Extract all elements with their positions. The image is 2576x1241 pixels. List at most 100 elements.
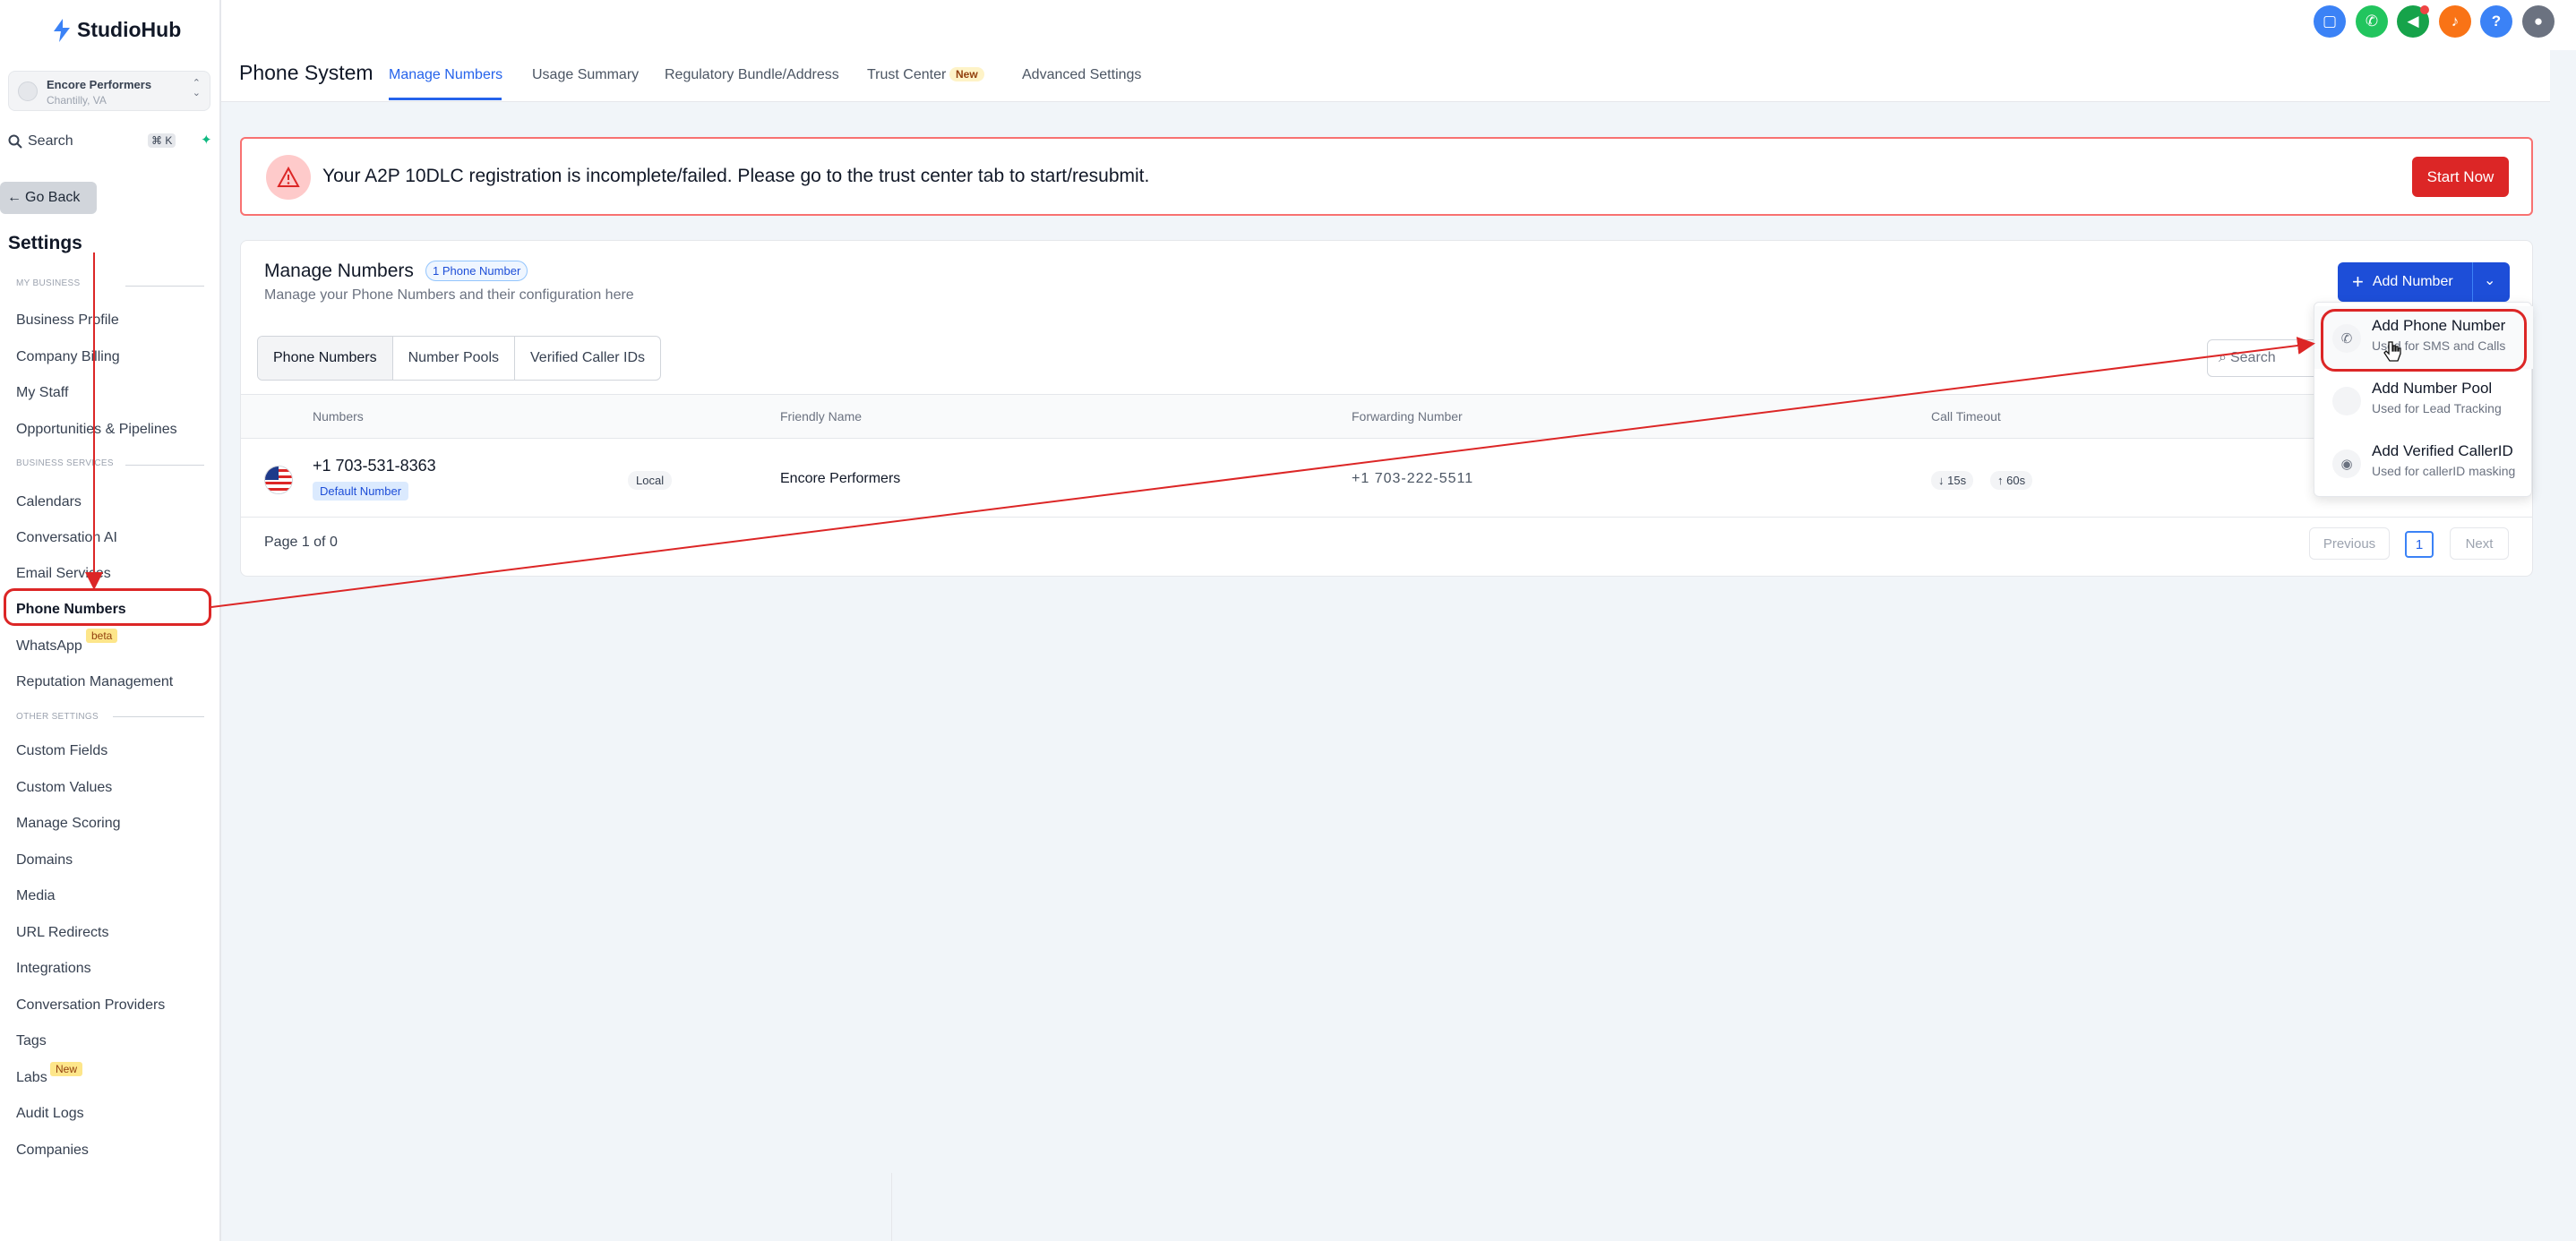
go-back-button[interactable]: ← Go Back: [0, 182, 97, 214]
sidebar-item-custom-values[interactable]: Custom Values: [16, 780, 112, 796]
tab-phone-numbers[interactable]: Phone Numbers: [258, 337, 393, 380]
manage-numbers-subtitle: Manage your Phone Numbers and their conf…: [264, 287, 634, 303]
button-divider: [2472, 262, 2473, 302]
start-now-button[interactable]: Start Now: [2412, 157, 2509, 197]
sidebar-item-integrations[interactable]: Integrations: [16, 961, 91, 977]
menu-item-title: Add Phone Number: [2372, 317, 2506, 334]
eye-icon: ◉: [2332, 449, 2361, 478]
sidebar-item-calendars[interactable]: Calendars: [16, 494, 82, 510]
help-icon[interactable]: ?: [2480, 5, 2512, 38]
menu-item-add-number-pool[interactable]: Add Number Pool Used for Lead Tracking: [2314, 369, 2533, 432]
logo-icon: [54, 18, 70, 42]
section-divider: [125, 286, 204, 287]
next-page-button[interactable]: Next: [2450, 527, 2509, 560]
sidebar-item-companies[interactable]: Companies: [16, 1143, 89, 1159]
account-avatar: [18, 81, 38, 101]
menu-item-subtitle: Used for callerID masking: [2372, 464, 2516, 478]
sidebar-item-reputation[interactable]: Reputation Management: [16, 674, 173, 690]
sidebar-item-custom-fields[interactable]: Custom Fields: [16, 743, 107, 759]
phone-icon[interactable]: ✆: [2356, 5, 2388, 38]
tab-advanced-settings[interactable]: Advanced Settings: [1022, 67, 1141, 83]
tab-trust-center[interactable]: Trust Center: [867, 67, 946, 83]
friendly-name: Encore Performers: [780, 471, 901, 486]
go-back-label: Go Back: [25, 190, 81, 205]
sidebar-item-media[interactable]: Media: [16, 888, 56, 904]
current-page-button[interactable]: 1: [2405, 531, 2434, 558]
sidebar-item-manage-scoring[interactable]: Manage Scoring: [16, 816, 121, 832]
section-divider: [113, 716, 204, 717]
chevron-down-icon[interactable]: ⌄: [2484, 271, 2495, 289]
trust-center-new-badge: New: [949, 67, 984, 81]
forwarding-number: +1 703-222-5511: [1352, 471, 1474, 486]
sidebar-item-whatsapp[interactable]: WhatsApp: [16, 638, 82, 655]
chat-icon[interactable]: ▢: [2314, 5, 2346, 38]
tab-manage-numbers[interactable]: Manage Numbers: [389, 67, 502, 83]
tab-regulatory-bundle[interactable]: Regulatory Bundle/Address: [665, 67, 839, 83]
col-forwarding-number: Forwarding Number: [1352, 409, 1463, 424]
sidebar-item-labs[interactable]: Labs: [16, 1070, 47, 1086]
page-indicator: Page 1 of 0: [264, 535, 338, 550]
sidebar-item-business-profile[interactable]: Business Profile: [16, 312, 119, 329]
sidebar-search[interactable]: Search ⌘ K ✦: [8, 126, 212, 157]
col-friendly-name: Friendly Name: [780, 409, 863, 424]
sidebar-item-email-services[interactable]: Email Services: [16, 566, 111, 582]
add-number-button[interactable]: + Add Number ⌄: [2338, 262, 2510, 302]
brand-logo[interactable]: StudioHub: [52, 18, 181, 42]
sidebar-item-tags[interactable]: Tags: [16, 1033, 47, 1049]
col-call-timeout: Call Timeout: [1931, 409, 2001, 424]
col-numbers: Numbers: [313, 409, 364, 424]
section-my-business: MY BUSINESS: [16, 278, 81, 288]
sidebar-item-audit-logs[interactable]: Audit Logs: [16, 1106, 84, 1122]
bell-icon[interactable]: ♪: [2439, 5, 2471, 38]
section-other-settings: OTHER SETTINGS: [16, 712, 99, 722]
us-flag-icon: [264, 466, 293, 494]
pool-icon: [2332, 387, 2361, 415]
new-badge: New: [50, 1062, 83, 1076]
sidebar-item-company-billing[interactable]: Company Billing: [16, 349, 120, 365]
plus-icon: +: [2352, 270, 2364, 293]
account-location: Chantilly, VA: [47, 94, 107, 107]
add-number-label: Add Number: [2372, 274, 2453, 289]
warning-icon: [266, 155, 311, 200]
sidebar-item-domains[interactable]: Domains: [16, 852, 73, 869]
section-business-services: BUSINESS SERVICES: [16, 458, 114, 468]
annotation-highlight-sidebar-item: [4, 588, 211, 626]
phone-system-header: Phone System Manage Numbers Usage Summar…: [221, 50, 2550, 102]
sidebar-item-my-staff[interactable]: My Staff: [16, 385, 68, 401]
previous-page-button[interactable]: Previous: [2309, 527, 2390, 560]
phone-number: +1 703-531-8363: [313, 457, 436, 475]
tab-usage-summary[interactable]: Usage Summary: [532, 67, 639, 83]
tab-number-pools[interactable]: Number Pools: [393, 337, 515, 380]
default-number-badge: Default Number: [313, 482, 409, 501]
beta-badge: beta: [86, 629, 118, 643]
sidebar-search-label: Search: [28, 133, 73, 149]
menu-item-add-verified-callerid[interactable]: ◉ Add Verified CallerID Used for callerI…: [2314, 432, 2533, 494]
manage-numbers-card: Manage Numbers 1 Phone Number Manage you…: [240, 240, 2533, 577]
sidebar-item-conversation-providers[interactable]: Conversation Providers: [16, 997, 165, 1014]
sidebar-item-conversation-ai[interactable]: Conversation AI: [16, 530, 117, 546]
notification-dot: [2420, 5, 2429, 14]
page-title: Phone System: [239, 61, 374, 84]
divider-line: [891, 1173, 892, 1241]
table-header: Numbers Friendly Name Forwarding Number …: [241, 394, 2532, 439]
timeout-max-badge: ↑ 60s: [1990, 471, 2033, 490]
alert-message: Your A2P 10DLC registration is incomplet…: [322, 166, 1150, 186]
number-type-tabs: Phone Numbers Number Pools Verified Call…: [257, 336, 662, 381]
user-avatar[interactable]: ●: [2522, 5, 2555, 38]
sidebar-item-opportunities[interactable]: Opportunities & Pipelines: [16, 422, 177, 438]
add-number-dropdown: ✆ Add Phone Number Used for SMS and Call…: [2314, 302, 2533, 497]
sparkle-icon[interactable]: ✦: [201, 132, 212, 148]
table-row[interactable]: +1 703-531-8363 Default Number Local Enc…: [241, 439, 2532, 518]
account-switcher[interactable]: Encore Performers Chantilly, VA ⌃ ⌄: [8, 71, 210, 111]
account-name: Encore Performers: [47, 78, 152, 91]
phone-plus-icon: ✆: [2332, 324, 2361, 353]
chevron-updown-icon: ⌃ ⌄: [192, 78, 201, 98]
settings-title: Settings: [8, 233, 82, 253]
hand-cursor-icon: [2383, 340, 2402, 370]
menu-item-title: Add Verified CallerID: [2372, 442, 2513, 459]
tab-verified-caller-ids[interactable]: Verified Caller IDs: [515, 337, 660, 380]
active-tab-indicator: [389, 98, 502, 100]
sidebar-item-url-redirects[interactable]: URL Redirects: [16, 925, 108, 941]
menu-item-add-phone-number[interactable]: ✆ Add Phone Number Used for SMS and Call…: [2314, 306, 2533, 369]
table-search-input[interactable]: ⌕ Search: [2207, 339, 2323, 377]
